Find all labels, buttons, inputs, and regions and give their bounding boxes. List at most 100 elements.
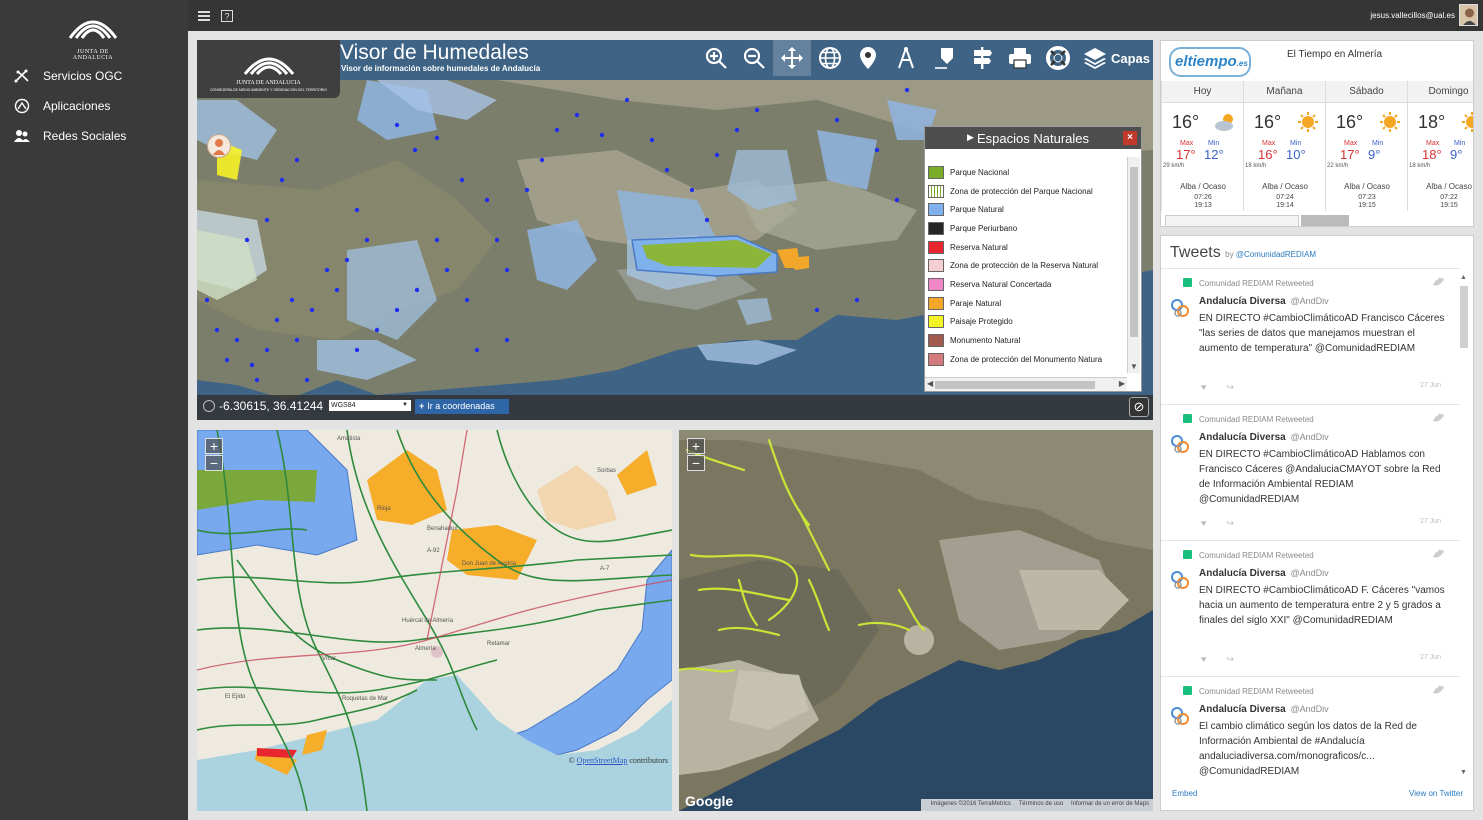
print-icon[interactable]	[1001, 40, 1039, 76]
avatar[interactable]	[1169, 705, 1191, 727]
globe-icon[interactable]	[811, 40, 849, 76]
tweet-author[interactable]: Andalucía Diversa @AndDiv	[1199, 704, 1329, 715]
draw-icon[interactable]	[925, 40, 963, 76]
twitter-bird-icon[interactable]	[1433, 413, 1445, 423]
heart-icon[interactable]: ♥	[1201, 654, 1206, 664]
wind-speed: 29 km/h	[1163, 163, 1185, 169]
avatar[interactable]	[1169, 433, 1191, 455]
scrollbar-thumb[interactable]	[1460, 286, 1468, 348]
zoom-in-icon[interactable]	[697, 40, 735, 76]
sidebar-item-aplicaciones[interactable]: Aplicaciones	[12, 94, 110, 118]
zoom-out-button[interactable]: −	[687, 455, 705, 471]
map-label: A-7	[600, 566, 610, 572]
tweet-date[interactable]: 27 Jun	[1420, 518, 1441, 525]
sidebar-item-label: Redes Sociales	[43, 129, 127, 143]
eltiempo-logo[interactable]: eltiempo.es	[1169, 47, 1251, 77]
layers-label: Capas	[1111, 50, 1151, 66]
retweet-label: Comunidad REDIAM Retweeted	[1199, 551, 1314, 560]
max-label: Max	[1344, 140, 1358, 147]
close-icon[interactable]: ×	[1123, 131, 1137, 145]
chevron-up-icon[interactable]: ▲	[1460, 274, 1467, 281]
retweet-icon	[1183, 278, 1192, 287]
measure-icon[interactable]	[887, 40, 925, 76]
share-icon[interactable]: ↪	[1226, 382, 1234, 392]
collapse-arrow-icon[interactable]: ▶	[967, 132, 974, 143]
avatar[interactable]	[1169, 569, 1191, 591]
weather-search-input[interactable]	[1165, 215, 1299, 226]
location-pin-icon[interactable]	[849, 40, 887, 76]
user-avatar[interactable]	[1459, 4, 1478, 26]
weather-search-button[interactable]	[1301, 215, 1349, 226]
scrollbar-thumb[interactable]	[935, 381, 1095, 389]
share-icon[interactable]: ↪	[1226, 518, 1234, 528]
tweet-date[interactable]: 27 Jun	[1420, 654, 1441, 661]
author-handle: @AndDiv	[1290, 432, 1329, 442]
pan-icon[interactable]	[773, 40, 811, 76]
osm-map[interactable]: Amatista Sorbas Huércal de Almería Almer…	[197, 430, 672, 811]
svg-text:?: ?	[225, 12, 230, 22]
min-label: Min	[1372, 140, 1384, 147]
tweet[interactable]: Comunidad REDIAM Retweeted Andalucía Dive…	[1161, 541, 1459, 677]
tweet[interactable]: Comunidad REDIAM Retweeted Andalucía Dive…	[1161, 405, 1459, 541]
author-name: Andalucía Diversa	[1199, 704, 1286, 715]
chevron-right-icon[interactable]: ▶	[1119, 379, 1125, 388]
layers-button[interactable]: Capas	[1077, 46, 1150, 70]
help-lifebuoy-icon[interactable]	[1039, 40, 1077, 76]
chevron-left-icon[interactable]: ◀	[927, 379, 933, 388]
satellite-map[interactable]: + − Google Imágenes ©2016 TerraMetrics T…	[679, 430, 1153, 811]
sun-label: Alba / Ocaso	[1344, 182, 1390, 191]
twitter-bird-icon[interactable]	[1433, 549, 1445, 559]
chevron-down-icon[interactable]: ▼	[1130, 362, 1138, 371]
share-icon[interactable]: ↪	[1226, 654, 1234, 664]
tweet-list: Comunidad REDIAM Retweeted Andalucía Dive…	[1161, 268, 1459, 780]
tweets-scrollbar[interactable]: ▲ ▼	[1458, 274, 1468, 776]
tweet-author[interactable]: Andalucía Diversa @AndDiv	[1199, 432, 1329, 443]
tweet-author[interactable]: Andalucía Diversa @AndDiv	[1199, 296, 1329, 307]
street-view-icon[interactable]	[207, 134, 231, 158]
sidebar-item-redes-sociales[interactable]: Redes Sociales	[12, 124, 126, 148]
sunrise-time: 07:22	[1440, 194, 1458, 201]
crs-select[interactable]: WGS84 ▼	[329, 400, 411, 411]
tweet-date[interactable]: 27 Jun	[1420, 382, 1441, 389]
help-icon[interactable]: ?	[221, 9, 233, 22]
view-on-twitter-link[interactable]: View on Twitter	[1409, 789, 1463, 798]
day-name: Hoy	[1162, 81, 1243, 103]
zoom-out-icon[interactable]	[735, 40, 773, 76]
wetlands-map[interactable]: JUNTA DE ANDALUCIA CONSEJERÍA DE MEDIO A…	[197, 40, 1153, 420]
cloudy-sun-icon	[1214, 111, 1238, 133]
zoom-out-button[interactable]: −	[205, 455, 223, 471]
tweet[interactable]: Comunidad REDIAM Retweeted Andalucía Dive…	[1161, 269, 1459, 405]
sidebar-item-servicios-ogc[interactable]: Servicios OGC	[12, 64, 122, 88]
avatar[interactable]	[1169, 297, 1191, 319]
apps-icon	[12, 98, 32, 114]
embed-link[interactable]: Embed	[1172, 789, 1197, 798]
map-label: Benahadux	[427, 526, 457, 532]
twitter-bird-icon[interactable]	[1433, 685, 1445, 695]
day-name: Domingo	[1408, 81, 1473, 103]
legend-horizontal-scrollbar[interactable]: ◀ ▶	[925, 377, 1127, 391]
compass-icon[interactable]: ⊘	[1129, 397, 1149, 417]
user-email[interactable]: jesus.vallecillos@ual.es	[1370, 11, 1455, 20]
legend-vertical-scrollbar[interactable]: ▼	[1127, 157, 1140, 373]
legend-label: Reserva Natural	[950, 242, 1008, 252]
tweets-account-link[interactable]: @ComunidadREDIAM	[1236, 250, 1316, 259]
retweet-label: Comunidad REDIAM Retweeted	[1199, 279, 1314, 288]
legend-item: Reserva Natural Concertada	[925, 275, 1127, 294]
report-error-link[interactable]: Informar de un error de Maps	[1071, 801, 1149, 807]
terms-link[interactable]: Términos de uso	[1019, 801, 1064, 807]
legend-label: Zona de protección de la Reserva Natural	[950, 261, 1099, 271]
junta-andalucia-logo[interactable]: JUNTA DE ANDALUCIA	[58, 8, 128, 61]
zoom-in-button[interactable]: +	[205, 438, 223, 454]
heart-icon[interactable]: ♥	[1201, 518, 1206, 528]
scrollbar-thumb[interactable]	[1130, 167, 1138, 337]
chevron-down-icon[interactable]: ▼	[1460, 769, 1467, 776]
goto-coordinates-button[interactable]: + Ir a coordenadas	[415, 399, 509, 414]
heart-icon[interactable]: ♥	[1201, 382, 1206, 392]
zoom-in-button[interactable]: +	[687, 438, 705, 454]
twitter-bird-icon[interactable]	[1433, 277, 1445, 287]
tweet-author[interactable]: Andalucía Diversa @AndDiv	[1199, 568, 1329, 579]
menu-icon[interactable]	[198, 9, 210, 21]
openstreetmap-link[interactable]: OpenStreetMap	[577, 756, 628, 765]
tweet[interactable]: Comunidad REDIAM Retweeted Andalucía Dive…	[1161, 677, 1459, 780]
signpost-icon[interactable]	[963, 40, 1001, 76]
